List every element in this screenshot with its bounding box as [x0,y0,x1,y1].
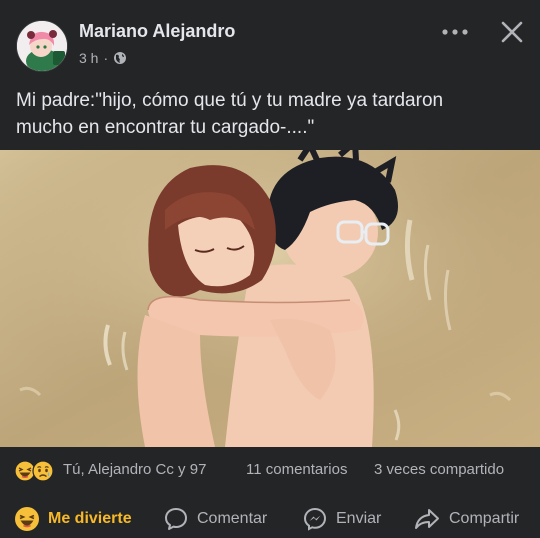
engagement-stats: Tú, Alejandro Cc y 97 11 comentarios 3 v… [0,457,540,485]
avatar-illustration [17,21,67,71]
sad-emoji-icon [32,460,54,482]
close-button[interactable] [496,16,528,48]
share-button-label: Compartir [449,510,520,527]
post-header: Mariano Alejandro 3 h · [0,0,540,80]
shares-count[interactable]: 3 veces compartido [374,461,504,478]
post-image[interactable] [0,150,540,447]
globe-icon [113,51,127,65]
comment-bubble-icon [165,508,187,530]
share-button[interactable]: Compartir [413,504,519,534]
more-horizontal-icon [442,29,468,35]
share-arrow-icon [415,509,439,529]
post-timestamp[interactable]: 3 h [79,50,98,66]
meta-separator: · [103,50,109,66]
comment-button[interactable]: Comentar [163,504,267,534]
send-button[interactable]: Enviar [302,504,381,534]
caption-line: Mi padre:"hijo, cómo que tú y tu madre y… [16,90,444,111]
reaction-button[interactable]: Me divierte [14,504,132,534]
messenger-icon [303,507,327,531]
more-options-button[interactable] [438,20,472,44]
anime-embrace-illustration [0,150,540,447]
reaction-button-label: Me divierte [48,510,132,527]
author-name[interactable]: Mariano Alejandro [79,21,235,42]
close-icon [501,21,523,43]
comment-button-label: Comentar [197,510,268,527]
haha-emoji-icon [15,507,39,531]
caption-line: mucho en encontrar tu cargado-...." [16,117,315,138]
comments-count[interactable]: 11 comentarios [246,461,347,478]
post-meta: 3 h · [79,50,127,66]
post-caption: Mi padre:"hijo, cómo que tú y tu madre y… [16,87,526,141]
reaction-icons[interactable] [14,460,54,482]
reactors-summary[interactable]: Tú, Alejandro Cc y 97 [63,461,206,478]
author-avatar[interactable] [16,20,68,72]
action-bar: Me divierte Comentar Enviar Compartir [0,500,540,538]
send-button-label: Enviar [336,510,382,527]
facebook-post: Mariano Alejandro 3 h · Mi padre:"hijo, … [0,0,540,538]
